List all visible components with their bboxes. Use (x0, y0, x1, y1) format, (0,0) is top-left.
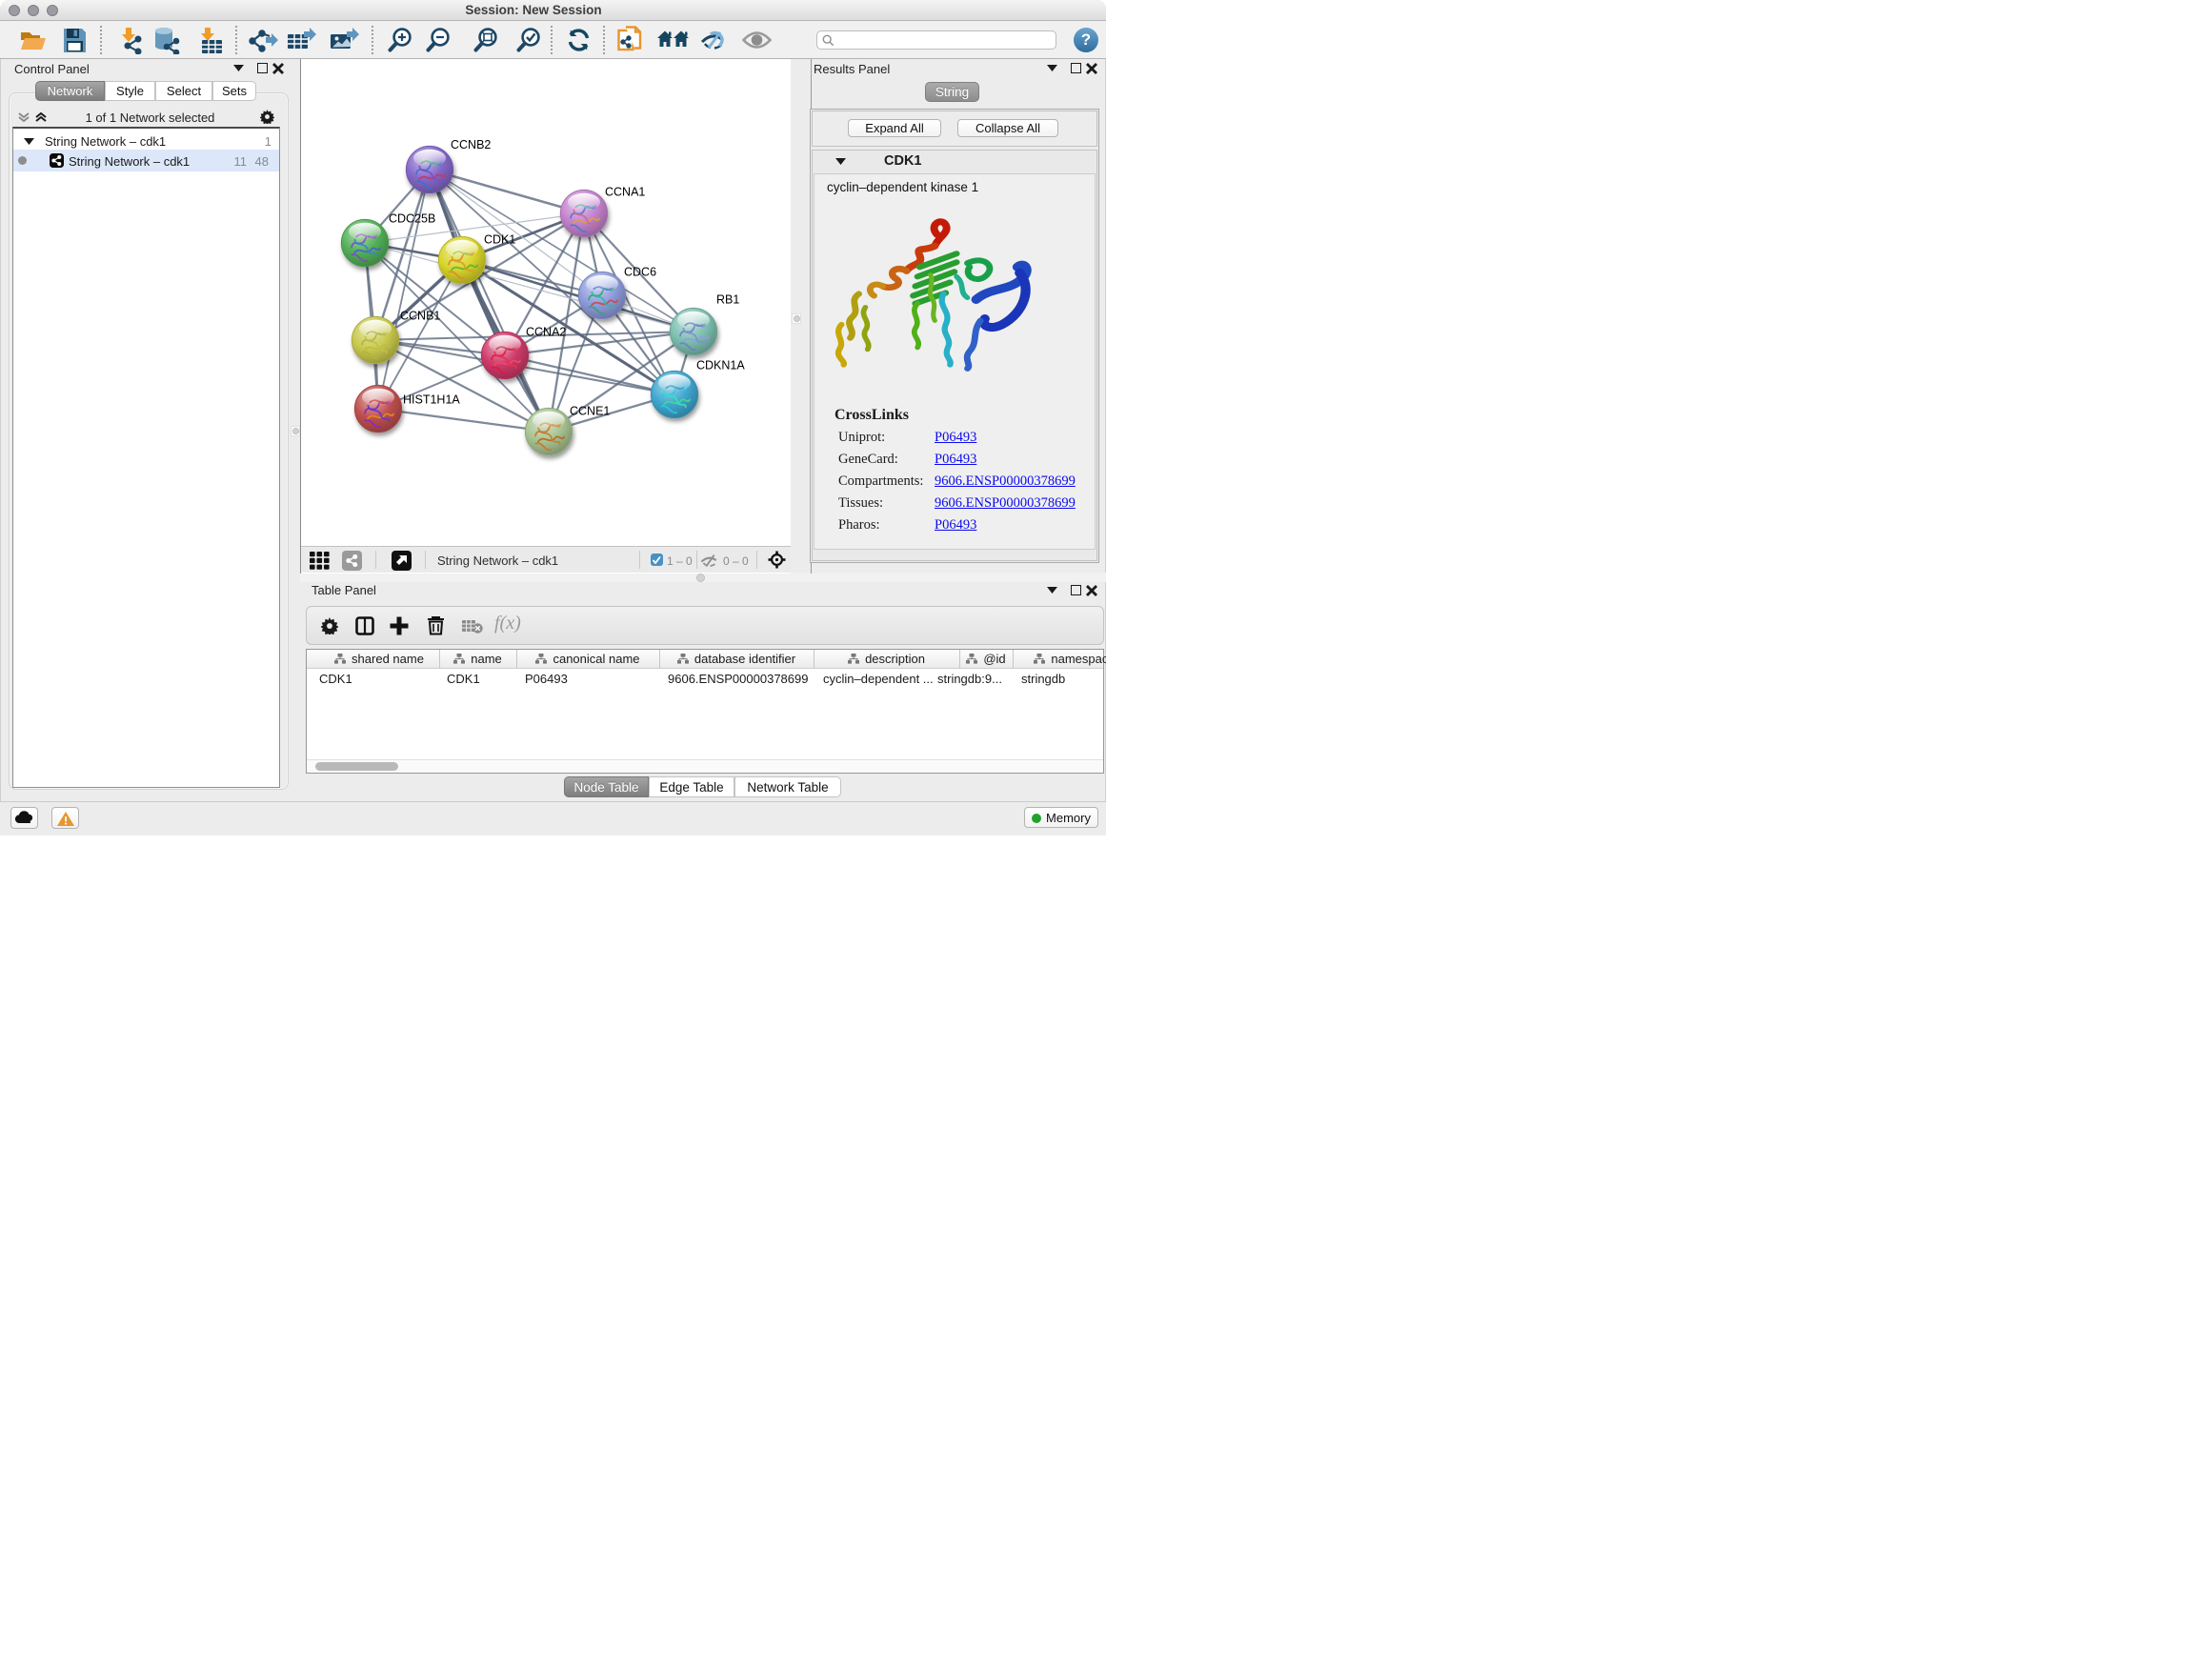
svg-text:RB1: RB1 (716, 293, 739, 307)
svg-text:CCNA2: CCNA2 (526, 326, 566, 339)
svg-text:CCNA1: CCNA1 (605, 186, 645, 199)
svg-text:CCNB1: CCNB1 (400, 310, 440, 323)
svg-text:CCNB2: CCNB2 (451, 138, 491, 151)
svg-text:CDK1: CDK1 (484, 233, 515, 247)
svg-text:CCNE1: CCNE1 (570, 405, 610, 418)
svg-text:HIST1H1A: HIST1H1A (403, 393, 460, 407)
svg-text:CDKN1A: CDKN1A (696, 359, 745, 372)
svg-text:CDC25B: CDC25B (389, 212, 435, 226)
svg-text:CDC6: CDC6 (624, 266, 656, 279)
